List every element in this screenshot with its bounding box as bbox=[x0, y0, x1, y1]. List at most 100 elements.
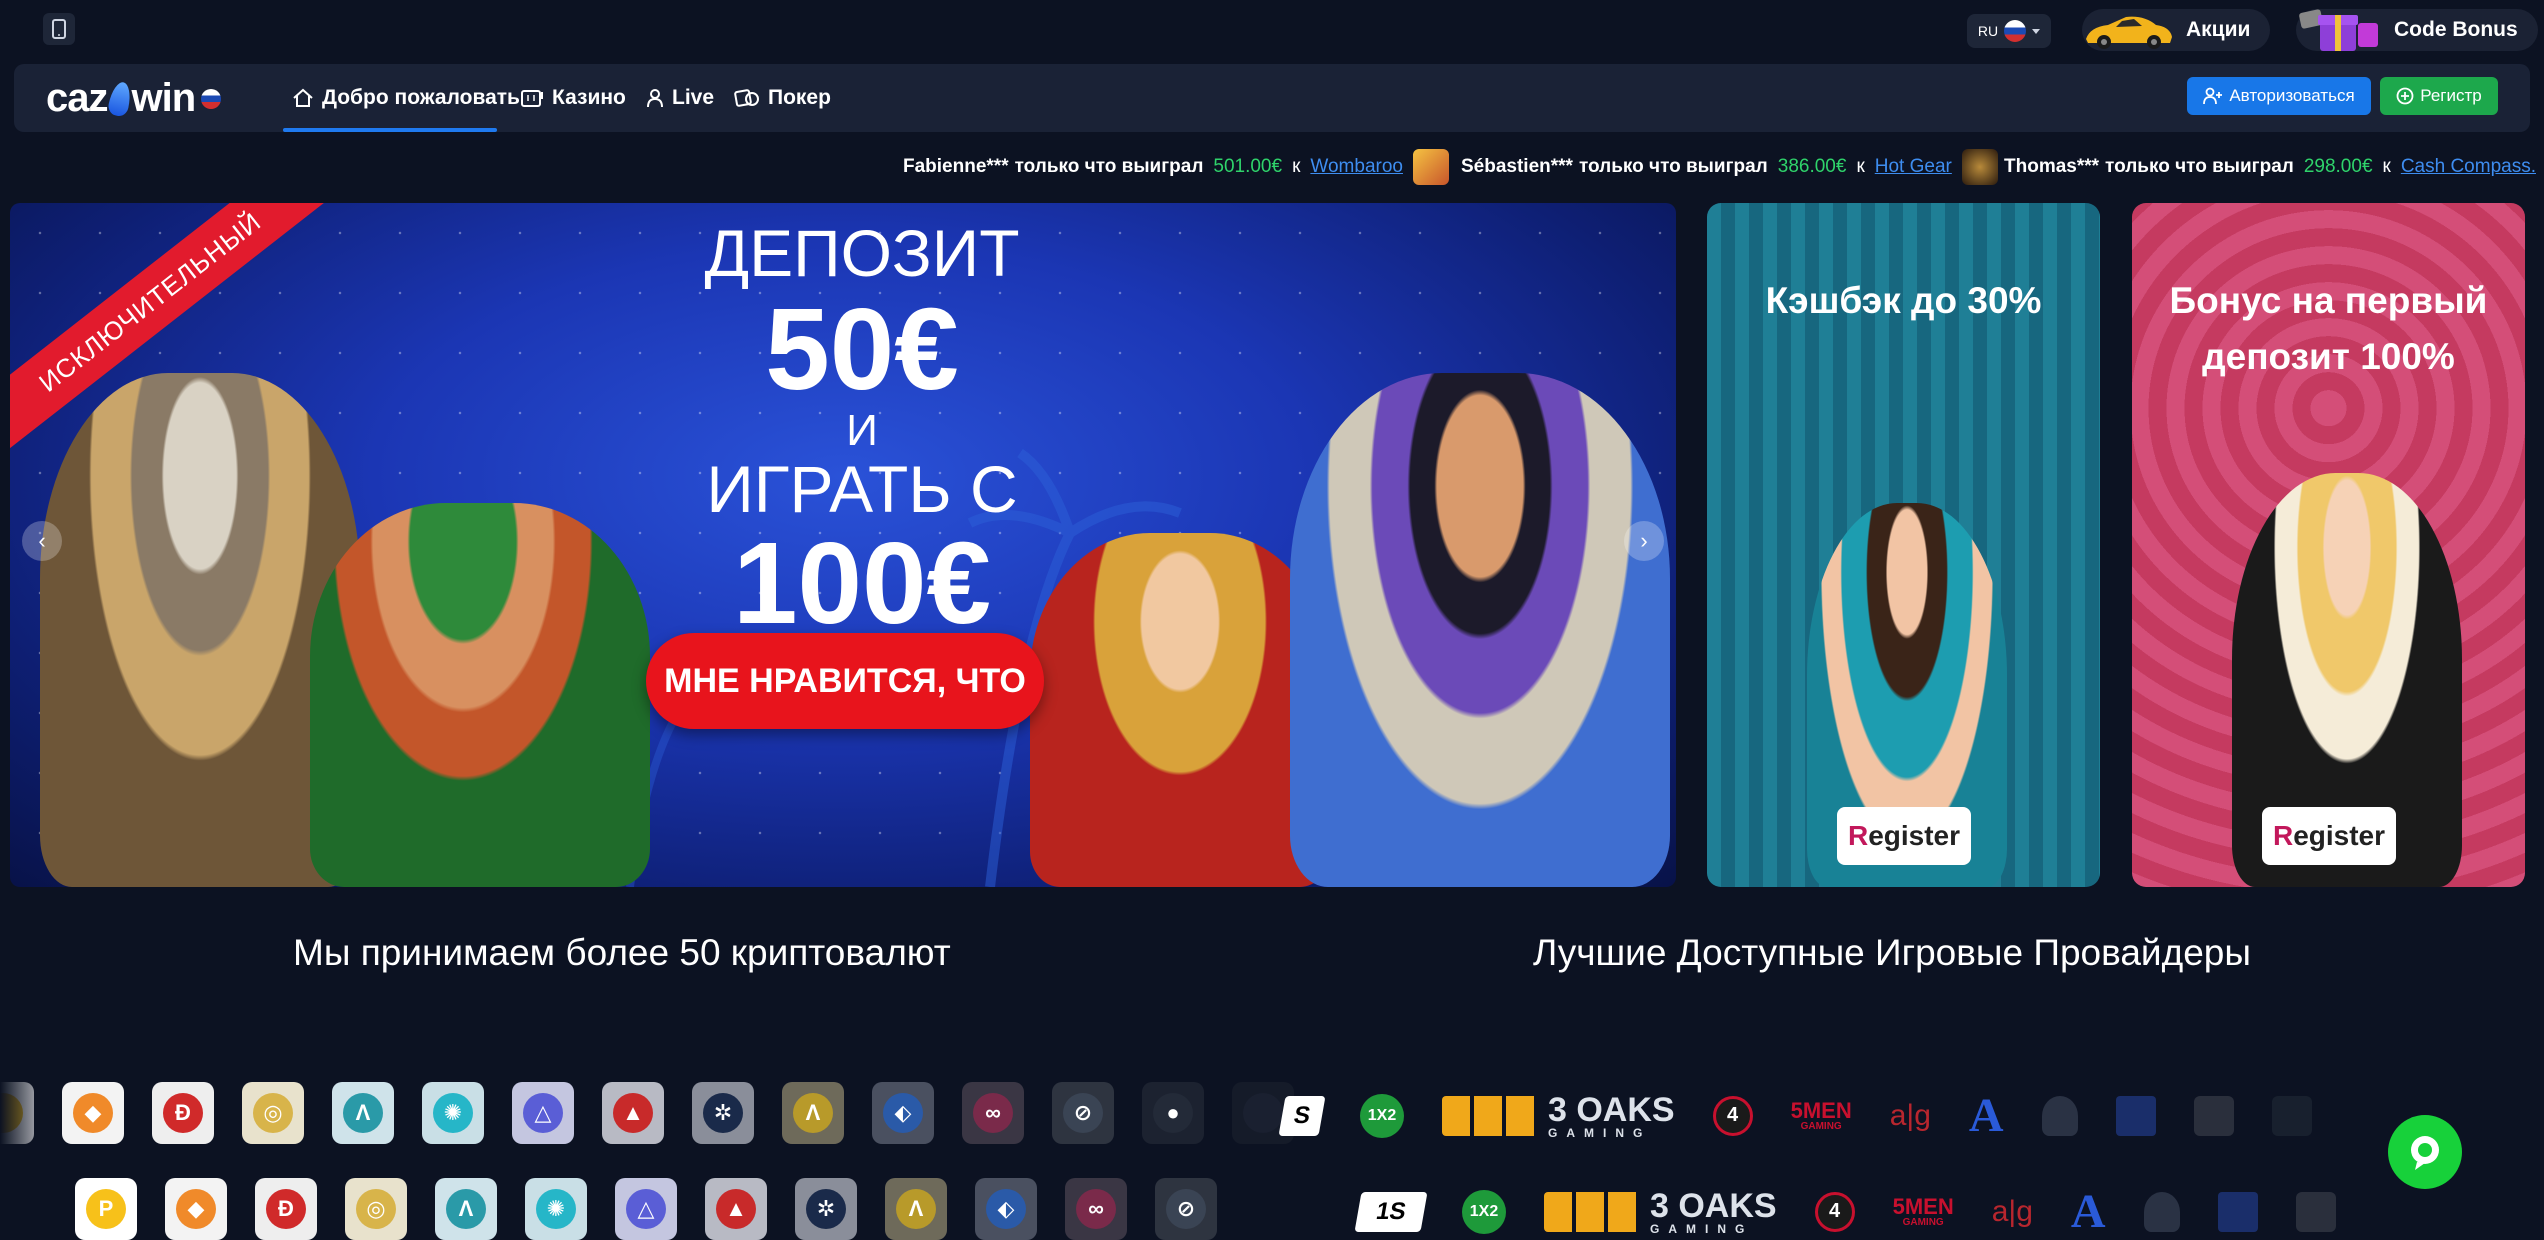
car-icon bbox=[2082, 9, 2174, 51]
provider-label: 1X2 bbox=[1367, 1106, 1397, 1124]
headline-line-3: И bbox=[846, 406, 878, 455]
register-button[interactable]: Register bbox=[2262, 807, 2396, 865]
provider-logo-5men[interactable]: 5MEN GAMING bbox=[1790, 1097, 1852, 1132]
login-button[interactable]: Авторизоваться bbox=[2187, 77, 2371, 115]
provider-logo-3-oaks[interactable]: 3 OAKS GAMING bbox=[1544, 1189, 1777, 1235]
win-amount: 386.00€ bbox=[1777, 156, 1847, 177]
provider-label: 5MEN bbox=[1790, 1097, 1852, 1123]
code-bonus-link[interactable]: Code Bonus bbox=[2296, 9, 2538, 51]
main-navbar: caz win Добро пожаловать Казино Live Пок… bbox=[14, 64, 2530, 132]
provider-logo-person[interactable] bbox=[2143, 1191, 2180, 1232]
headline-line-4: ИГРАТЬ С bbox=[706, 452, 1018, 527]
provider-logo-1s[interactable]: 1S bbox=[1354, 1191, 1428, 1232]
card-title: Кэшбэк до 30% bbox=[1765, 280, 2042, 321]
hero-banner[interactable]: ИСКЛЮЧИТЕЛЬНЫЙ ДЕПОЗИТ 50€ И ИГРАТЬ С 10… bbox=[10, 203, 1676, 887]
nav-item-label: Казино bbox=[552, 86, 626, 109]
provider-logo-ag[interactable]: a|g bbox=[1992, 1195, 2033, 1229]
nav-item-welcome[interactable]: Добро пожаловать bbox=[292, 80, 520, 116]
game-link[interactable]: Wombaroo bbox=[1310, 156, 1403, 178]
game-thumbnail[interactable] bbox=[1412, 149, 1449, 185]
provider-logo-1x2[interactable]: 1X2 bbox=[1360, 1093, 1404, 1138]
provider-logo-ag[interactable]: a|g bbox=[1890, 1099, 1931, 1133]
code-bonus-label: Code Bonus bbox=[2394, 18, 2518, 41]
game-link[interactable]: Cash Compass. bbox=[2401, 156, 2536, 178]
nav-item-label: Live bbox=[672, 86, 715, 109]
crypto-section-title: Мы принимаем более 50 криптовалют bbox=[293, 932, 951, 973]
provider-logo-s[interactable]: S bbox=[1278, 1095, 1326, 1136]
provider-label: 4 bbox=[1727, 1104, 1739, 1126]
provider-logo-person[interactable] bbox=[2041, 1095, 2078, 1136]
flame-icon bbox=[106, 79, 133, 118]
provider-logo-faded[interactable] bbox=[2271, 1095, 2312, 1136]
crypto-coin-icon: ● bbox=[1142, 1082, 1204, 1144]
providers-section-title: Лучшие Доступные Игровые Провайдеры bbox=[1533, 932, 2251, 973]
provider-logo-temple[interactable] bbox=[2115, 1095, 2156, 1136]
home-icon bbox=[293, 88, 313, 107]
register-button[interactable]: Register bbox=[1837, 807, 1971, 865]
provider-logo-temple[interactable] bbox=[2217, 1191, 2258, 1232]
win-amount: 298.00€ bbox=[2303, 156, 2373, 177]
register-rest: egister bbox=[2293, 820, 2386, 851]
register-rest: egister bbox=[1868, 820, 1961, 851]
recent-wins-ticker: Fabienne*** только что выиграл 501.00€ к… bbox=[0, 146, 2544, 188]
crypto-coin-icon: Đ bbox=[152, 1082, 214, 1144]
provider-logo-card[interactable] bbox=[2193, 1095, 2234, 1136]
live-chat-button[interactable] bbox=[2388, 1115, 2462, 1189]
provider-logo-card[interactable] bbox=[2295, 1191, 2336, 1232]
crypto-coin-icon: ✲ bbox=[692, 1082, 754, 1144]
leprechaun-character bbox=[310, 503, 650, 887]
headline-amount-2: 100€ bbox=[732, 517, 992, 648]
register-first-letter: R bbox=[2272, 820, 2294, 851]
carousel-prev-button[interactable]: ‹ bbox=[22, 521, 62, 561]
cashback-promo-card[interactable]: Кэшбэк до 30% Register bbox=[1707, 203, 2100, 887]
provider-label: A bbox=[1968, 1089, 2004, 1142]
provider-label: 4 bbox=[1829, 1200, 1841, 1222]
carousel-next-button[interactable]: › bbox=[1624, 521, 1664, 561]
win-to: к bbox=[1856, 156, 1865, 177]
winner-name: Sébastien*** bbox=[1461, 156, 1573, 177]
crypto-coin-icon: ▲ bbox=[602, 1082, 664, 1144]
nav-item-poker[interactable]: Покер bbox=[734, 80, 831, 116]
game-link[interactable]: Hot Gear bbox=[1875, 156, 1952, 178]
nav-item-casino[interactable]: Казино bbox=[520, 80, 626, 116]
winner-name: Fabienne*** bbox=[903, 156, 1009, 177]
provider-logo-3-oaks[interactable]: 3 OAKS GAMING bbox=[1442, 1093, 1675, 1139]
crypto-coin-icon: ⬖ bbox=[872, 1082, 934, 1144]
banner-headline: ДЕПОЗИТ 50€ И ИГРАТЬ С 100€ bbox=[602, 203, 1122, 641]
provider-logo-4[interactable]: 4 bbox=[1814, 1191, 1855, 1232]
ticker-item: Sébastien*** только что выиграл 386.00€ … bbox=[1461, 146, 1998, 188]
coins-fade-overlay bbox=[0, 1060, 60, 1231]
chevron-left-icon: ‹ bbox=[38, 528, 46, 553]
nav-item-live[interactable]: Live bbox=[646, 80, 714, 116]
top-bar: RU Акции Code Bonus bbox=[0, 0, 2544, 62]
logo-text-left: caz bbox=[46, 76, 108, 120]
language-selector[interactable]: RU bbox=[1967, 14, 2051, 48]
provider-label: 1X2 bbox=[1469, 1202, 1499, 1220]
language-code: RU bbox=[1977, 23, 1999, 39]
login-label: Авторизоваться bbox=[2229, 86, 2355, 105]
provider-label: a|g bbox=[1991, 1194, 2033, 1228]
banner-cta-button[interactable]: МНЕ НРАВИТСЯ, ЧТО bbox=[646, 633, 1044, 729]
phone-icon bbox=[52, 19, 66, 39]
promotions-link[interactable]: Акции bbox=[2082, 9, 2271, 51]
provider-logo-5men[interactable]: 5MEN GAMING bbox=[1893, 1195, 1954, 1228]
user-add-icon bbox=[2203, 87, 2223, 105]
headline-line-1: ДЕПОЗИТ bbox=[704, 216, 1020, 290]
win-to: к bbox=[2382, 156, 2391, 177]
first-deposit-promo-card[interactable]: Бонус на первый депозит 100% Register bbox=[2132, 203, 2525, 887]
gift-box-icon bbox=[2296, 5, 2382, 55]
game-thumbnail[interactable] bbox=[1961, 149, 1998, 185]
mobile-app-button[interactable] bbox=[43, 13, 75, 45]
ticker-item: Fabienne*** только что выиграл 501.00€ к… bbox=[903, 146, 1449, 188]
crypto-coins-row: ◆ Đ ◎ Λ ✺ △ ▲ ✲ Λ ⬖ ∞ ⊘ ● bbox=[0, 1082, 1294, 1144]
crypto-coin-icon: △ bbox=[512, 1082, 574, 1144]
crypto-coin-icon: ⊘ bbox=[1052, 1082, 1114, 1144]
provider-logo-a[interactable]: A bbox=[1969, 1088, 2004, 1143]
nav-item-label: Покер bbox=[768, 86, 831, 109]
site-logo[interactable]: caz win bbox=[46, 76, 222, 121]
provider-logo-4[interactable]: 4 bbox=[1712, 1095, 1753, 1136]
register-button[interactable]: Регистр bbox=[2380, 77, 2498, 115]
provider-logo-1x2[interactable]: 1X2 bbox=[1462, 1189, 1506, 1234]
provider-label: 3 OAKS bbox=[1548, 1090, 1675, 1129]
russia-flag-icon bbox=[201, 88, 222, 109]
